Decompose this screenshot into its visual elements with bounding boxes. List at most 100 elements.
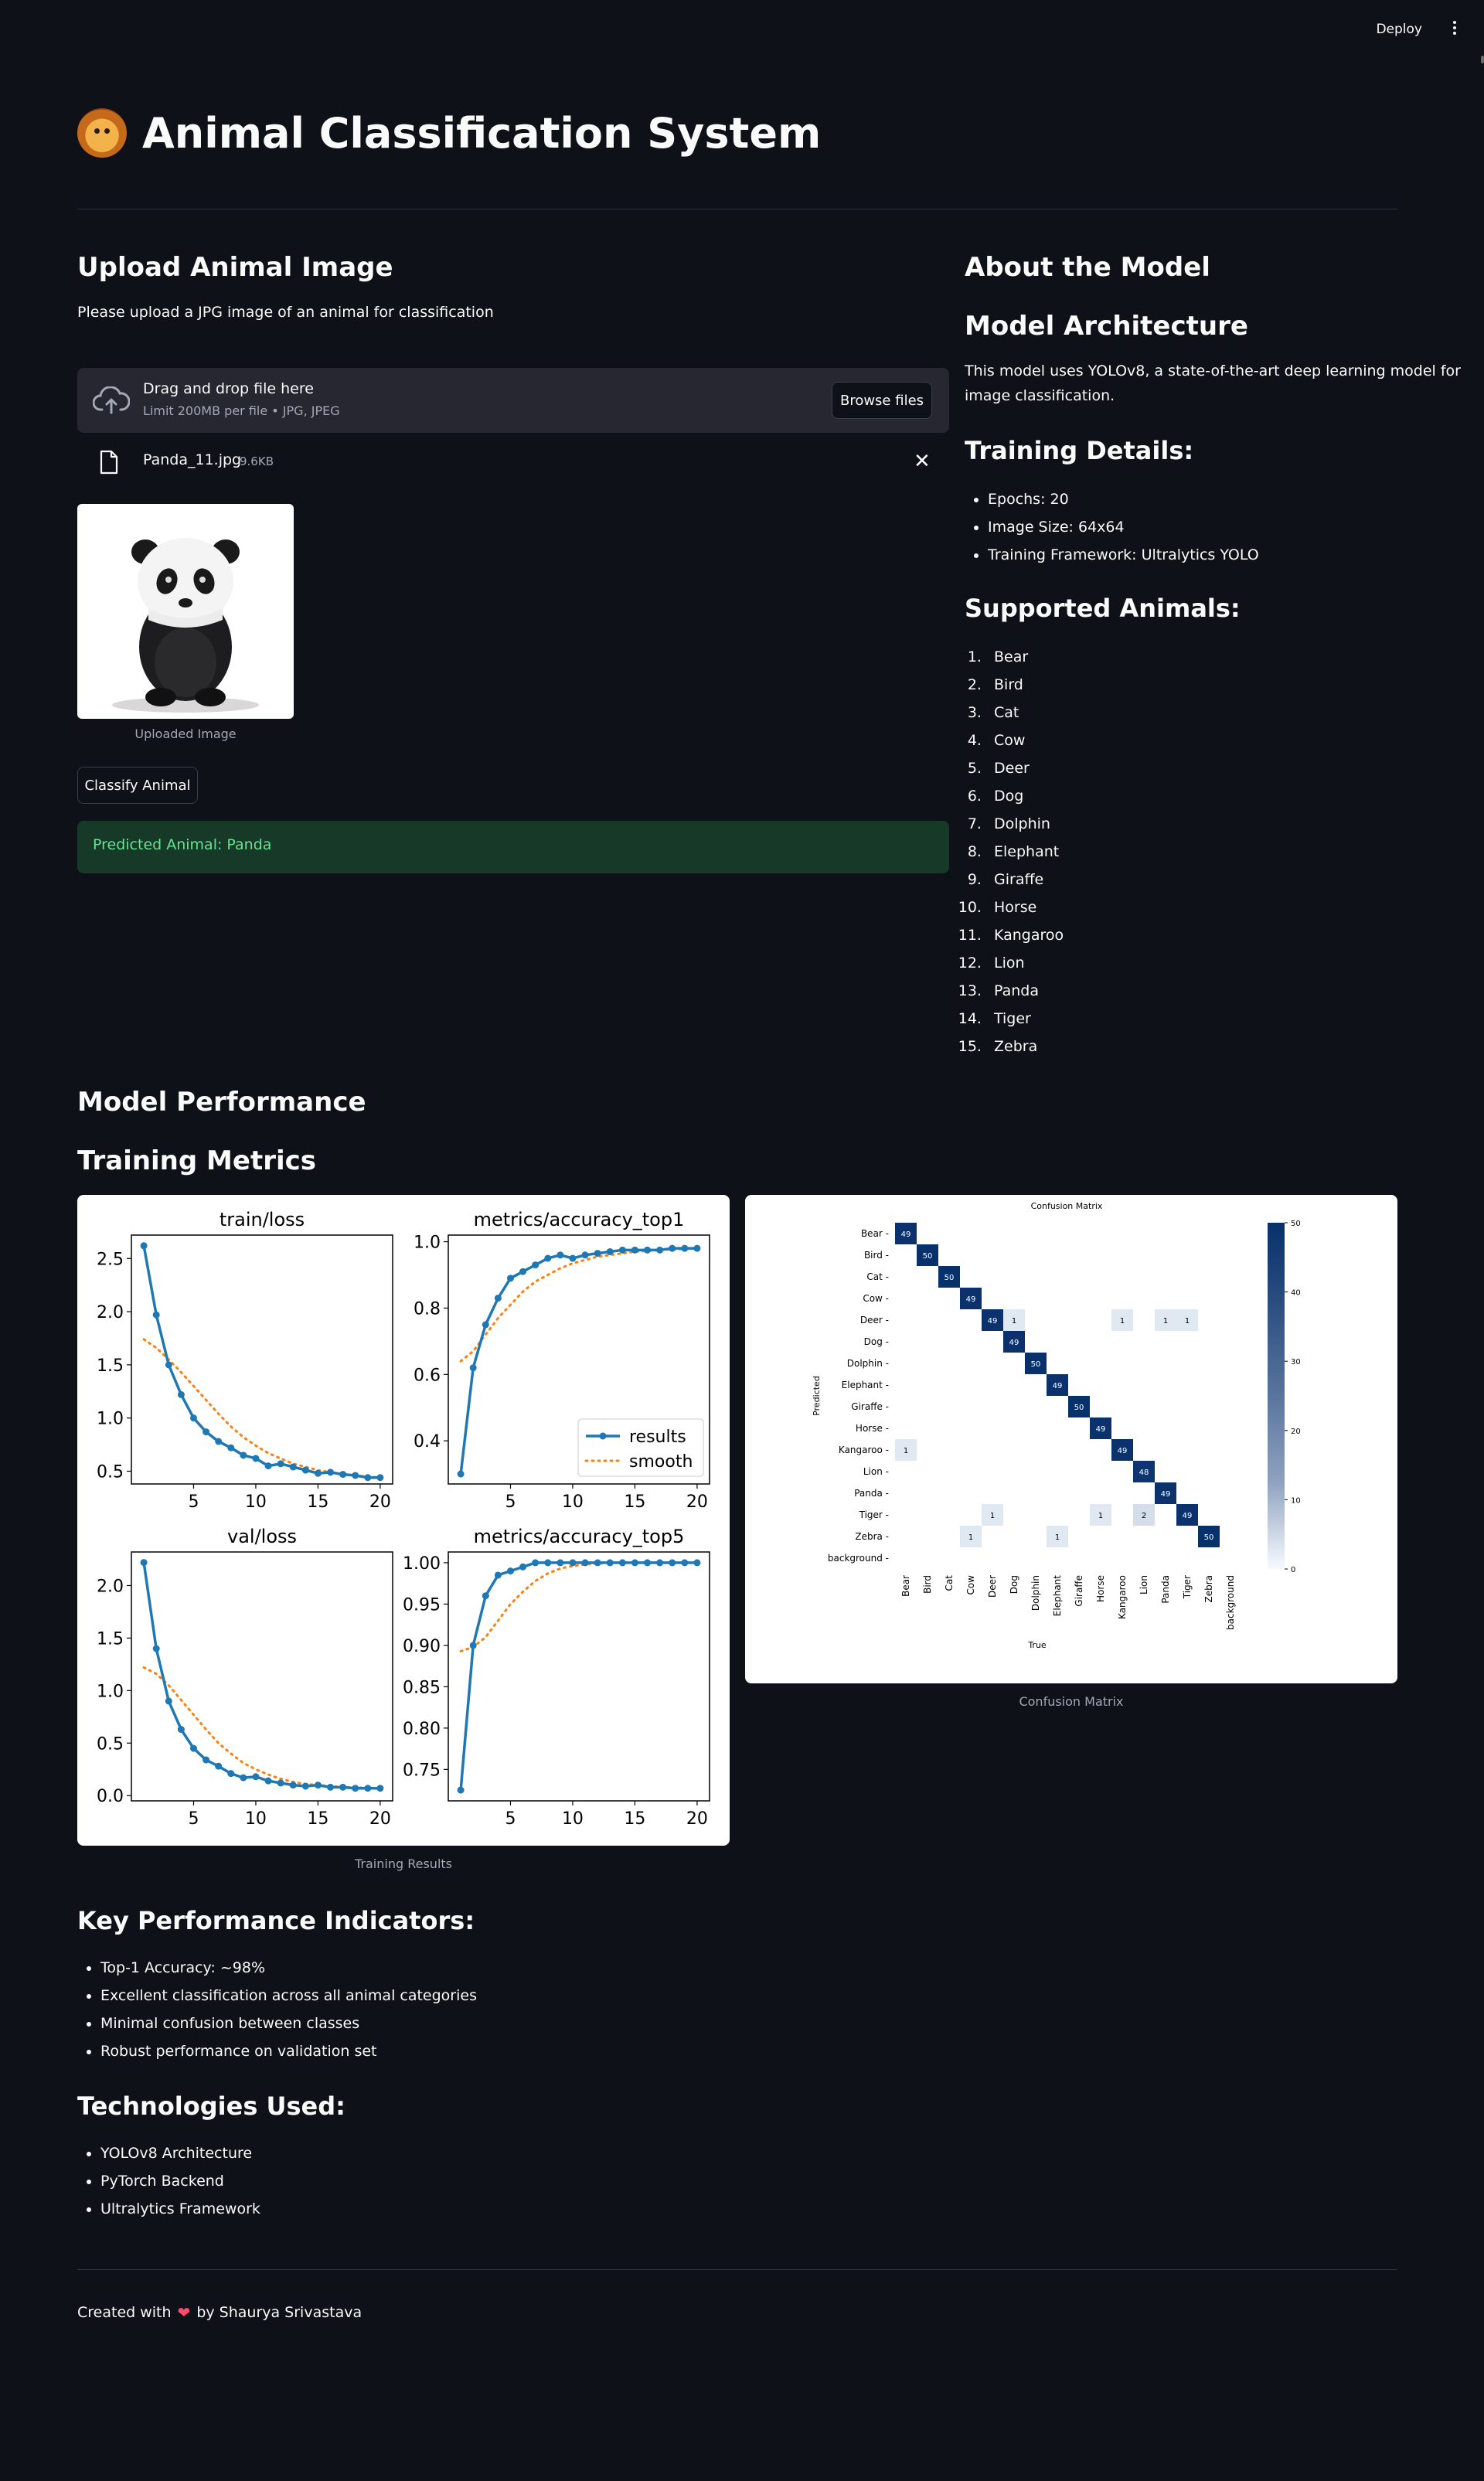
list-item: Minimal confusion between classes [100, 2010, 477, 2037]
data-point [494, 1295, 502, 1302]
data-point [203, 1756, 210, 1764]
list-item: Deer [986, 754, 1064, 782]
data-point [631, 1246, 638, 1254]
x-tick-label: 15 [624, 1809, 645, 1829]
cm-cell-value: 49 [988, 1317, 998, 1326]
confusion-matrix-caption: Confusion Matrix [1019, 1694, 1124, 1709]
cm-col-label: Kangaroo [1117, 1575, 1128, 1619]
series-line-results [459, 1561, 697, 1791]
upload-heading: Upload Animal Image [77, 252, 393, 283]
data-point [457, 1786, 465, 1794]
chart-title: train/loss [220, 1209, 305, 1230]
x-tick-label: 5 [505, 1809, 516, 1829]
cm-ylabel: Predicted [812, 1376, 822, 1416]
colorbar-tick-label: 20 [1291, 1428, 1301, 1436]
data-point [240, 1452, 247, 1459]
data-point [606, 1559, 614, 1567]
scrollbar-thumb[interactable] [1481, 56, 1484, 63]
data-point [569, 1254, 577, 1262]
y-tick-label: 1.0 [414, 1234, 441, 1253]
y-tick-label: 0.95 [403, 1595, 441, 1615]
cm-cell-value: 1 [1163, 1317, 1168, 1326]
training-metrics-heading: Training Metrics [77, 1145, 317, 1176]
uploaded-file-size: 9.6KB [240, 454, 274, 468]
legend-label-smooth: smooth [629, 1452, 693, 1472]
cm-row-label: Cow - [863, 1293, 889, 1304]
cm-cell-value: 1 [990, 1512, 995, 1520]
y-tick-label: 0.6 [414, 1366, 441, 1385]
data-point [215, 1438, 223, 1445]
data-point [618, 1559, 626, 1567]
plot-frame [131, 1551, 393, 1802]
x-tick-label: 20 [369, 1809, 391, 1829]
data-point [352, 1785, 359, 1792]
cm-cell-value: 1 [968, 1533, 973, 1542]
data-point [152, 1311, 160, 1319]
data-point [327, 1783, 335, 1791]
footer-divider [77, 2269, 1397, 2270]
list-item: PyTorch Backend [100, 2167, 260, 2195]
footer-suffix: by Shaurya Srivastava [196, 2304, 362, 2321]
cm-cell-value: 49 [901, 1230, 911, 1239]
data-point [669, 1559, 676, 1567]
y-tick-label: 1.0 [97, 1410, 124, 1429]
x-tick-label: 20 [686, 1492, 708, 1512]
data-point [289, 1463, 297, 1471]
data-point [215, 1762, 223, 1770]
cm-cell-value: 49 [1009, 1339, 1019, 1347]
cm-cell-value: 1 [1012, 1317, 1016, 1326]
top-bar [0, 0, 1484, 56]
technologies-heading: Technologies Used: [77, 2091, 345, 2121]
legend-marker [599, 1432, 607, 1440]
list-item: Cow [986, 727, 1064, 754]
list-item: Excellent classification across all anim… [100, 1982, 477, 2010]
main-menu-icon[interactable] [1447, 19, 1462, 40]
dropzone-limit: Limit 200MB per file • JPG, JPEG [143, 403, 340, 418]
x-tick-label: 10 [245, 1809, 267, 1829]
deploy-button[interactable]: Deploy [1368, 17, 1430, 42]
colorbar-tick-label: 10 [1291, 1496, 1301, 1505]
data-point [264, 1777, 272, 1785]
data-point [631, 1559, 638, 1567]
list-item: Top-1 Accuracy: ~98% [100, 1954, 477, 1982]
training-details-heading: Training Details: [965, 436, 1194, 465]
uploaded-image [77, 504, 294, 719]
y-tick-label: 1.00 [403, 1554, 441, 1574]
classify-animal-button[interactable]: Classify Animal [77, 767, 198, 804]
metric-panel-0: train/loss 5 10 15 20 0.5 1.0 1.5 2.0 2.5 [97, 1209, 393, 1512]
colorbar-tick-label: 30 [1291, 1358, 1301, 1366]
heart-icon: ❤ [177, 2303, 191, 2322]
data-point [457, 1470, 465, 1478]
scrollbar[interactable] [1478, 56, 1484, 2452]
data-point [327, 1469, 335, 1476]
data-point [556, 1559, 564, 1567]
kpi-list: Top-1 Accuracy: ~98% Excellent classific… [77, 1954, 477, 2065]
cm-row-label: Deer - [860, 1315, 889, 1326]
uploaded-file-name: Panda_11.jpg [143, 451, 242, 468]
cm-cell-value: 49 [1161, 1490, 1171, 1499]
data-point [165, 1361, 172, 1369]
remove-file-icon[interactable]: ✕ [914, 450, 931, 473]
data-point [693, 1244, 701, 1252]
cm-cell-value: 50 [923, 1252, 933, 1261]
file-dropzone[interactable] [77, 368, 949, 433]
cm-col-label: Bear [900, 1575, 911, 1597]
data-point [364, 1474, 372, 1482]
footer: Created with ❤ by Shaurya Srivastava [77, 2303, 362, 2322]
series-line-results [142, 1245, 380, 1479]
data-point [140, 1559, 148, 1567]
dropzone-title: Drag and drop file here [143, 380, 314, 397]
x-tick-label: 10 [562, 1809, 584, 1829]
metric-panel-1: metrics/accuracy_top1 5 10 15 20 0.4 0.6 0.8 1.0… [414, 1209, 710, 1512]
series-line-smooth [142, 1338, 382, 1479]
list-item: Kangaroo [986, 921, 1064, 949]
data-point [252, 1455, 260, 1462]
browse-files-button[interactable]: Browse files [832, 382, 932, 419]
cm-row-label: Elephant - [842, 1380, 889, 1390]
colorbar [1268, 1223, 1285, 1569]
cm-row-label: Lion - [863, 1466, 889, 1477]
data-point [240, 1774, 247, 1782]
plot-frame [448, 1551, 710, 1802]
y-tick-label: 0.85 [403, 1678, 441, 1697]
x-tick-label: 5 [188, 1809, 199, 1829]
